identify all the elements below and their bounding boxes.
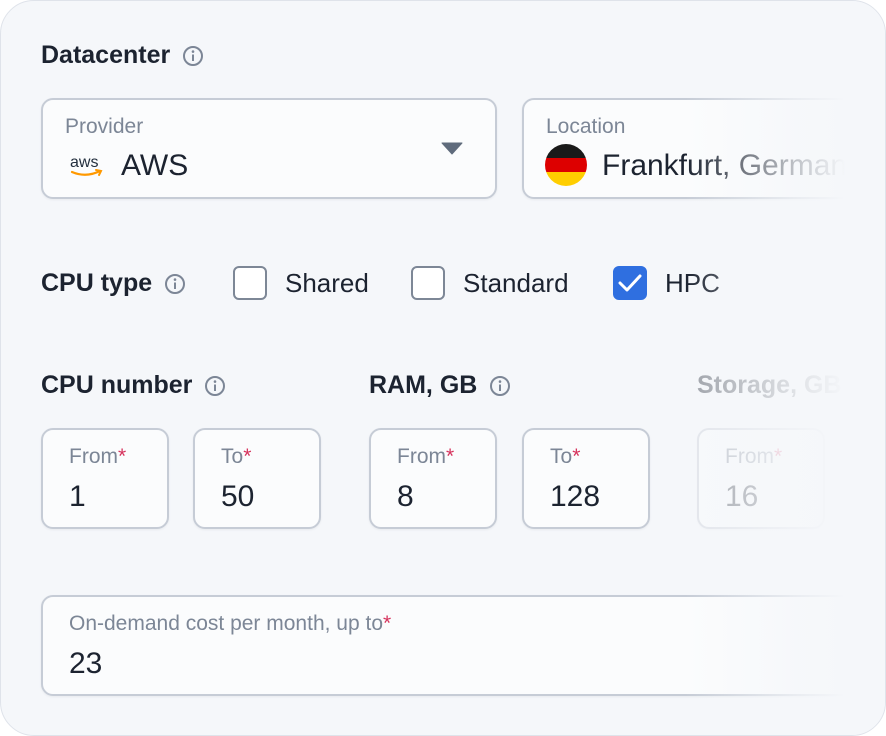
ram-from-value: 8 [397, 480, 414, 513]
ram-to-value: 128 [550, 480, 601, 513]
datacenter-heading: Datacenter [41, 41, 204, 70]
ram-from-label: From* [397, 445, 455, 468]
cpu-from-label: From* [69, 445, 127, 468]
shared-checkbox[interactable] [233, 266, 267, 300]
cpu-number-title: CPU number [41, 371, 193, 399]
cpu-to-label: To* [221, 445, 252, 468]
cpu-from-input[interactable]: From* 1 [41, 428, 169, 529]
storage-title: Storage, GB [697, 371, 842, 399]
info-icon[interactable] [204, 375, 226, 397]
cpu-type-hpc-option[interactable]: HPC [613, 266, 720, 300]
standard-label: Standard [463, 267, 569, 298]
info-icon[interactable] [489, 375, 511, 397]
provider-label: Provider [65, 115, 144, 138]
location-value: Frankfurt, Germany [602, 149, 863, 182]
ram-to-label: To* [550, 445, 581, 468]
cpu-number-heading: CPU number [41, 371, 226, 400]
provider-value: AWS [121, 149, 189, 182]
caret-down-icon[interactable] [441, 142, 463, 161]
ram-from-input[interactable]: From* 8 [369, 428, 497, 529]
storage-from-label: From* [725, 445, 783, 468]
cpu-to-value: 50 [221, 480, 255, 513]
aws-logo-icon: aws [69, 152, 105, 185]
ram-heading: RAM, GB [369, 371, 511, 400]
cpu-type-shared-option[interactable]: Shared [233, 266, 369, 300]
cost-label: On-demand cost per month, up to* [69, 612, 392, 635]
ram-to-input[interactable]: To* 128 [522, 428, 650, 529]
filter-card: Datacenter Provider aws AWS Location Fra… [0, 0, 886, 736]
storage-from-value: 16 [725, 480, 759, 513]
cpu-from-value: 1 [69, 480, 86, 513]
datacenter-title: Datacenter [41, 41, 171, 69]
hpc-label: HPC [665, 267, 720, 298]
location-label: Location [546, 115, 626, 138]
cpu-type-standard-option[interactable]: Standard [411, 266, 569, 300]
hpc-checkbox[interactable] [613, 266, 647, 300]
info-icon[interactable] [164, 273, 186, 295]
info-icon[interactable] [182, 45, 204, 67]
storage-heading: Storage, GB [697, 371, 841, 400]
cpu-type-title: CPU type [41, 269, 153, 297]
location-select[interactable]: Location Frankfurt, Germany [522, 98, 885, 199]
cpu-to-input[interactable]: To* 50 [193, 428, 321, 529]
ram-title: RAM, GB [369, 371, 478, 399]
cpu-type-heading: CPU type [41, 269, 186, 298]
svg-text:aws: aws [70, 154, 98, 171]
shared-label: Shared [285, 267, 369, 298]
provider-select[interactable]: Provider aws AWS [41, 98, 497, 199]
check-icon [618, 274, 642, 292]
cost-input[interactable]: On-demand cost per month, up to* 23 [41, 595, 885, 696]
cost-value: 23 [69, 647, 103, 680]
germany-flag-icon [545, 144, 587, 186]
storage-from-input[interactable]: From* 16 [697, 428, 825, 529]
standard-checkbox[interactable] [411, 266, 445, 300]
